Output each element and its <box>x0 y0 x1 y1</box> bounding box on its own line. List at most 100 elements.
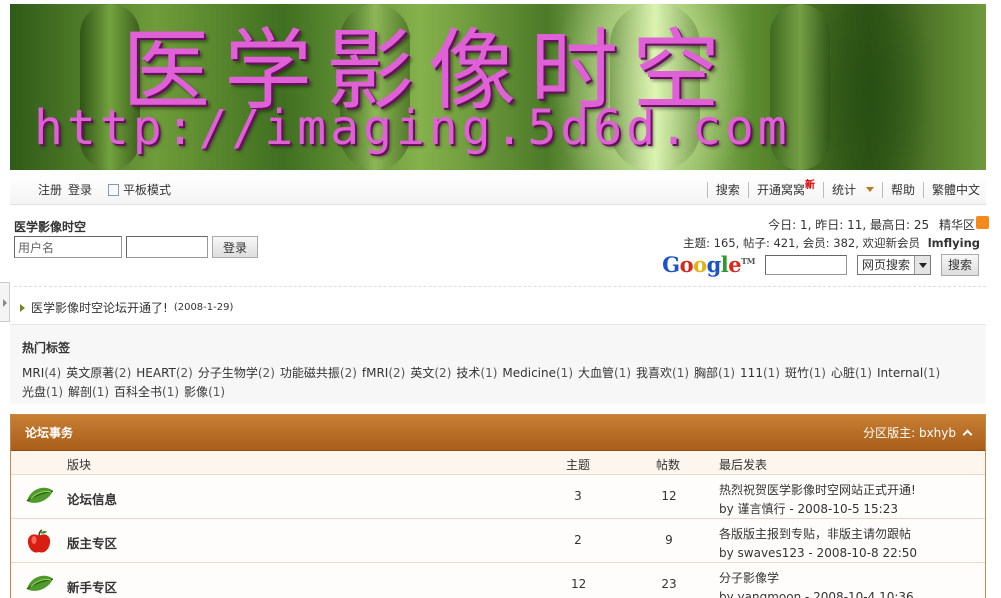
board-name-link[interactable]: 新手专区 <box>67 577 117 596</box>
stats-menu[interactable]: 统计 <box>832 181 856 198</box>
google-search: GoogleTM 网页搜索 搜索 <box>662 252 979 277</box>
last-post-title-link[interactable]: 热烈祝贺医学影像时空网站正式开通! <box>719 481 916 500</box>
tag-count: (1) <box>46 385 64 399</box>
tag-link[interactable]: 解剖(1) <box>68 385 109 399</box>
board-name-link[interactable]: 版主专区 <box>67 533 117 552</box>
search-link[interactable]: 搜索 <box>716 181 740 198</box>
traditional-chinese-link[interactable]: 繁體中文 <box>932 181 980 198</box>
tag-count: (1) <box>92 385 110 399</box>
tag-link[interactable]: fMRI(2) <box>362 366 405 380</box>
last-post-title-link[interactable]: 分子影像学 <box>719 569 914 588</box>
sidebar-toggle[interactable] <box>0 282 10 322</box>
tag-name: 111 <box>740 366 763 380</box>
tag-count: (1) <box>480 366 498 380</box>
tag-link[interactable]: 斑竹(1) <box>785 366 826 380</box>
tag-link[interactable]: Internal(1) <box>877 366 940 380</box>
announcement-link[interactable]: 医学影像时空论坛开通了! <box>31 299 168 316</box>
open-blog-link[interactable]: 开通窝窝 <box>757 181 805 198</box>
bullet-arrow-icon <box>20 303 25 312</box>
login-link[interactable]: 登录 <box>68 181 92 198</box>
nav-divider <box>747 181 749 198</box>
tag-name: 斑竹 <box>784 366 809 380</box>
hot-tags: 热门标签 MRI(4) 英文原著(2) HEART(2) 分子生物学(2) 功能磁共振(… <box>10 324 986 404</box>
nav-left: 注册 登录 平板模式 <box>38 181 171 198</box>
last-post: 分子影像学 by yangmoon - 2008-10-4 10:36 <box>719 569 914 598</box>
dropdown-arrow-icon[interactable] <box>865 187 874 192</box>
category-moderator: 分区版主: bxhyb <box>863 426 956 440</box>
last-post-author[interactable]: by 谨言慎行 - 2008-10-5 15:23 <box>719 500 916 519</box>
col-board: 版块 <box>67 458 92 472</box>
collapse-chevron-icon[interactable] <box>962 429 973 440</box>
hot-tags-title: 热门标签 <box>22 341 71 355</box>
col-last-post: 最后发表 <box>719 458 768 472</box>
newest-member-link[interactable]: lmflying <box>928 236 980 250</box>
last-post-title-link[interactable]: 各版版主报到专贴，非版主请勿跟帖 <box>719 525 917 544</box>
tag-link[interactable]: 大血管(1) <box>578 366 631 380</box>
login-form: 登录 <box>14 236 258 258</box>
daily-stats: 今日: 1, 昨日: 11, 最高日: 25 <box>768 218 930 232</box>
login-button[interactable]: 登录 <box>212 236 258 258</box>
google-logo: GoogleTM <box>662 252 755 277</box>
tag-link[interactable]: 111(1) <box>740 366 780 380</box>
tag-link[interactable]: HEART(2) <box>136 366 193 380</box>
tag-name: 技术 <box>456 366 481 380</box>
nav-divider <box>706 181 708 198</box>
search-type-select[interactable]: 网页搜索 <box>856 254 931 275</box>
tag-link[interactable]: 英文(2) <box>410 366 451 380</box>
google-search-input[interactable] <box>764 254 847 275</box>
tag-count: (2) <box>388 366 406 380</box>
nav-divider <box>922 181 924 198</box>
tag-link[interactable]: 我喜欢(1) <box>636 366 689 380</box>
digest-link[interactable]: 精华区 <box>939 218 975 232</box>
tag-name: 心脏 <box>830 366 855 380</box>
register-link[interactable]: 注册 <box>38 181 62 198</box>
password-input[interactable] <box>126 236 208 258</box>
last-post-author[interactable]: by swaves123 - 2008-10-8 22:50 <box>719 544 917 563</box>
tag-link[interactable]: 技术(1) <box>456 366 497 380</box>
tag-name: 英文 <box>410 366 435 380</box>
tag-link[interactable]: 心脏(1) <box>831 366 872 380</box>
tag-link[interactable]: 影像(1) <box>184 385 225 399</box>
tag-count: (1) <box>762 366 780 380</box>
tag-link[interactable]: 分子生物学(2) <box>198 366 275 380</box>
category-title[interactable]: 论坛事务 <box>25 424 73 441</box>
nav-divider <box>822 181 824 198</box>
last-post-author[interactable]: by yangmoon - 2008-10-4 10:36 <box>719 588 914 598</box>
tag-name: Medicine <box>502 366 556 380</box>
tag-count: (2) <box>434 366 452 380</box>
tag-link[interactable]: 胸部(1) <box>694 366 735 380</box>
tag-count: (1) <box>556 366 573 380</box>
col-topics: 主题 <box>566 458 591 472</box>
tag-name: fMRI <box>361 366 389 380</box>
tag-link[interactable]: 英文原著(2) <box>66 366 131 380</box>
column-header: 版块 主题 帖数 最后发表 <box>11 451 985 475</box>
category-header: 论坛事务 分区版主: bxhyb <box>11 415 985 451</box>
rss-icon[interactable] <box>976 216 989 229</box>
last-post: 各版版主报到专贴，非版主请勿跟帖 by swaves123 - 2008-10-8… <box>719 525 917 563</box>
tag-link[interactable]: 功能磁共振(2) <box>280 366 357 380</box>
board-post-count: 9 <box>665 533 673 547</box>
tag-count: (1) <box>854 366 872 380</box>
tag-count: (1) <box>718 366 736 380</box>
tag-link[interactable]: MRI(4) <box>22 366 61 380</box>
tag-link[interactable]: Medicine(1) <box>502 366 573 380</box>
google-search-button[interactable]: 搜索 <box>940 253 979 276</box>
tag-name: MRI <box>22 366 45 380</box>
tag-count: (1) <box>208 385 226 399</box>
tag-name: 分子生物学 <box>197 366 258 380</box>
tag-link[interactable]: 百科全书(1) <box>114 385 179 399</box>
board-name-link[interactable]: 论坛信息 <box>67 489 117 508</box>
forum-totals: 主题: 165, 帖子: 421, 会员: 382, 欢迎新会员 lmflyin… <box>683 235 980 251</box>
board-post-count: 12 <box>661 489 677 503</box>
board-list: 论坛信息 3 12 热烈祝贺医学影像时空网站正式开通! by 谨言慎行 - 2008-1… <box>11 475 985 598</box>
tag-count: (1) <box>923 366 941 380</box>
tag-link[interactable]: 光盘(1) <box>22 385 63 399</box>
tag-count: (1) <box>672 366 690 380</box>
help-link[interactable]: 帮助 <box>891 181 915 198</box>
username-input[interactable] <box>14 236 122 258</box>
announcement-date: (2008-1-29) <box>173 302 234 313</box>
totals-text: 主题: 165, 帖子: 421, 会员: 382, 欢迎新会员 <box>683 236 921 250</box>
tablet-mode-link[interactable]: 平板模式 <box>108 181 171 198</box>
tag-line: MRI(4) 英文原著(2) HEART(2) 分子生物学(2) 功能磁共振(2) fMR… <box>22 364 974 383</box>
announcement: 医学影像时空论坛开通了! (2008-1-29) <box>14 286 986 316</box>
